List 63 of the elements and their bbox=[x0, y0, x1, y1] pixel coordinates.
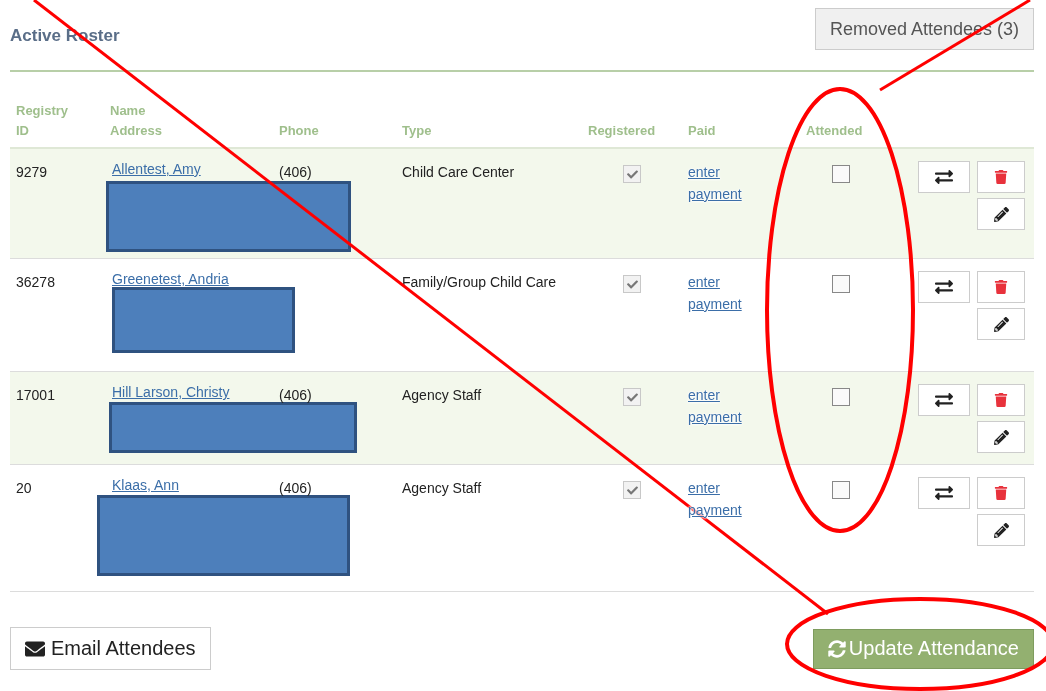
attendee-type: Family/Group Child Care bbox=[402, 273, 558, 292]
registered-checkbox[interactable] bbox=[623, 275, 641, 293]
transfer-button[interactable] bbox=[918, 161, 970, 193]
delete-button[interactable] bbox=[977, 384, 1025, 416]
phone-text: (406) bbox=[279, 164, 312, 180]
attended-checkbox[interactable] bbox=[832, 481, 850, 499]
registered-checkbox[interactable] bbox=[623, 481, 641, 499]
registered-checkbox[interactable] bbox=[623, 165, 641, 183]
swap-arrows-icon bbox=[935, 168, 953, 186]
edit-button[interactable] bbox=[977, 421, 1025, 453]
trash-icon bbox=[994, 280, 1008, 294]
enter-payment-link[interactable]: enter payment bbox=[688, 271, 758, 315]
phone-text: (406) bbox=[279, 387, 312, 403]
transfer-button[interactable] bbox=[918, 477, 970, 509]
registry-id: 20 bbox=[16, 479, 33, 498]
enter-payment-link[interactable]: enter payment bbox=[688, 384, 758, 428]
swap-arrows-icon bbox=[935, 278, 953, 296]
column-header: Paid bbox=[688, 122, 717, 140]
column-header: Registered bbox=[588, 122, 657, 140]
check-icon bbox=[626, 278, 638, 290]
attendee-name-link[interactable]: Hill Larson, Christy bbox=[110, 384, 230, 400]
delete-button[interactable] bbox=[977, 161, 1025, 193]
column-header: Attended bbox=[806, 122, 864, 140]
email-attendees-button[interactable]: Email Attendees bbox=[10, 627, 211, 670]
phone-text: (406) bbox=[279, 480, 312, 496]
attended-checkbox[interactable] bbox=[832, 275, 850, 293]
trash-icon bbox=[994, 170, 1008, 184]
attendee-name-link[interactable]: Greenetest, Andria bbox=[110, 271, 229, 287]
trash-icon bbox=[994, 393, 1008, 407]
edit-button[interactable] bbox=[977, 198, 1025, 230]
column-header: Phone bbox=[279, 122, 320, 140]
pencil-icon bbox=[993, 206, 1009, 222]
registry-id: 9279 bbox=[16, 163, 49, 182]
delete-button[interactable] bbox=[977, 271, 1025, 303]
enter-payment-link[interactable]: enter payment bbox=[688, 161, 758, 205]
swap-arrows-icon bbox=[935, 484, 953, 502]
registry-id: 17001 bbox=[16, 386, 56, 405]
attendee-name-link[interactable]: Allentest, Amy bbox=[110, 161, 201, 177]
attendee-type: Child Care Center bbox=[402, 163, 516, 182]
column-header: Name Address bbox=[110, 102, 164, 140]
attended-checkbox[interactable] bbox=[832, 388, 850, 406]
check-icon bbox=[626, 391, 638, 403]
attendee-type: Agency Staff bbox=[402, 386, 483, 405]
edit-button[interactable] bbox=[977, 308, 1025, 340]
swap-arrows-icon bbox=[935, 391, 953, 409]
pencil-icon bbox=[993, 522, 1009, 538]
check-icon bbox=[626, 484, 638, 496]
trash-icon bbox=[994, 486, 1008, 500]
transfer-button[interactable] bbox=[918, 271, 970, 303]
registered-checkbox[interactable] bbox=[623, 388, 641, 406]
edit-button[interactable] bbox=[977, 514, 1025, 546]
pencil-icon bbox=[993, 316, 1009, 332]
transfer-button[interactable] bbox=[918, 384, 970, 416]
check-icon bbox=[626, 168, 638, 180]
column-header: Type bbox=[402, 122, 433, 140]
refresh-icon bbox=[827, 639, 846, 658]
attendee-type: Agency Staff bbox=[402, 479, 483, 498]
column-header: Registry ID bbox=[16, 102, 70, 140]
delete-button[interactable] bbox=[977, 477, 1025, 509]
registry-id: 36278 bbox=[16, 273, 56, 292]
pencil-icon bbox=[993, 429, 1009, 445]
attendee-name-link[interactable]: Klaas, Ann bbox=[110, 477, 179, 493]
attended-checkbox[interactable] bbox=[832, 165, 850, 183]
